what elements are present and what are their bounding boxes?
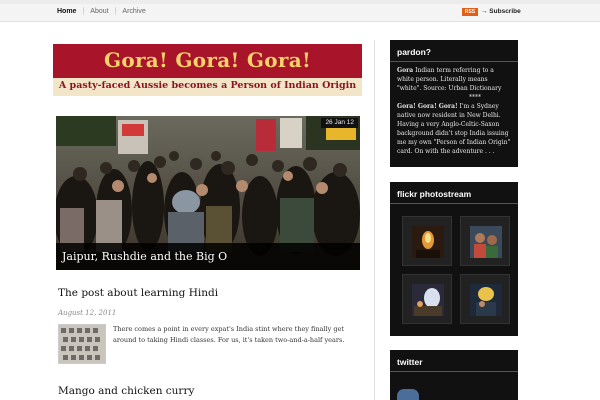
nav-home[interactable]: Home — [57, 8, 76, 15]
pardon-widget-title: pardon? — [390, 40, 518, 62]
post-date: August 12, 2011 — [58, 309, 117, 317]
bio-text: Gora! Gora! Gora! I'm a Sydney native no… — [397, 102, 511, 156]
flickr-photo[interactable] — [402, 216, 452, 266]
site-title: Gora! Gora! Gora! — [103, 48, 312, 72]
featured-post[interactable]: 26 Jan 12 Jaipur, Rushdie and the Big O — [56, 116, 360, 270]
twitter-widget: twitter — [390, 350, 518, 400]
flickr-photo-image — [412, 226, 444, 258]
separator-stars: **** — [469, 94, 481, 101]
nav-about[interactable]: About — [90, 8, 108, 15]
pardon-widget: pardon? Gora Indian term referring to a … — [390, 40, 518, 167]
bio-term: Gora! Gora! Gora! — [397, 103, 458, 110]
main-nav: Home | About | Archive — [57, 8, 152, 15]
flickr-widget: flickr photostream — [390, 182, 518, 336]
flickr-photo-image — [470, 284, 502, 316]
post-title-curry[interactable]: Mango and chicken curry — [58, 385, 194, 397]
bio-body: I'm a Sydney native now resident in New … — [397, 103, 511, 155]
post-title-hindi[interactable]: The post about learning Hindi — [58, 287, 218, 299]
featured-caption[interactable]: Jaipur, Rushdie and the Big O — [56, 243, 360, 270]
post-thumbnail[interactable] — [58, 324, 106, 364]
subscribe-link[interactable]: → Subscribe — [481, 8, 521, 15]
nav-separator: | — [82, 8, 85, 15]
sidebar-divider — [374, 40, 375, 400]
top-strip — [0, 0, 600, 4]
flickr-photo-image — [412, 284, 444, 316]
definition-text: Gora Indian term referring to a white pe… — [397, 66, 511, 93]
site-tagline: A pasty-faced Aussie becomes a Person of… — [58, 80, 357, 91]
flickr-photo[interactable] — [460, 216, 510, 266]
flickr-photo[interactable] — [460, 274, 510, 324]
definition-body: Indian term referring to a white person.… — [397, 67, 502, 92]
pardon-widget-body: Gora Indian term referring to a white pe… — [390, 62, 518, 160]
twitter-avatar[interactable] — [397, 389, 419, 400]
site-banner[interactable]: Gora! Gora! Gora! A pasty-faced Aussie b… — [53, 44, 362, 96]
featured-date: 26 Jan 12 — [321, 118, 358, 128]
post-excerpt: There comes a point in every expat's Ind… — [113, 325, 345, 344]
thumbnail-image — [59, 325, 105, 363]
rss-icon[interactable]: RSS — [462, 8, 478, 16]
flickr-widget-title[interactable]: flickr photostream — [390, 182, 518, 204]
flickr-photo[interactable] — [402, 274, 452, 324]
flickr-photo-image — [470, 226, 502, 258]
definition-term: Gora — [397, 67, 414, 74]
nav-separator: | — [114, 8, 117, 15]
twitter-widget-title[interactable]: twitter — [390, 350, 518, 372]
nav-archive[interactable]: Archive — [122, 8, 145, 15]
